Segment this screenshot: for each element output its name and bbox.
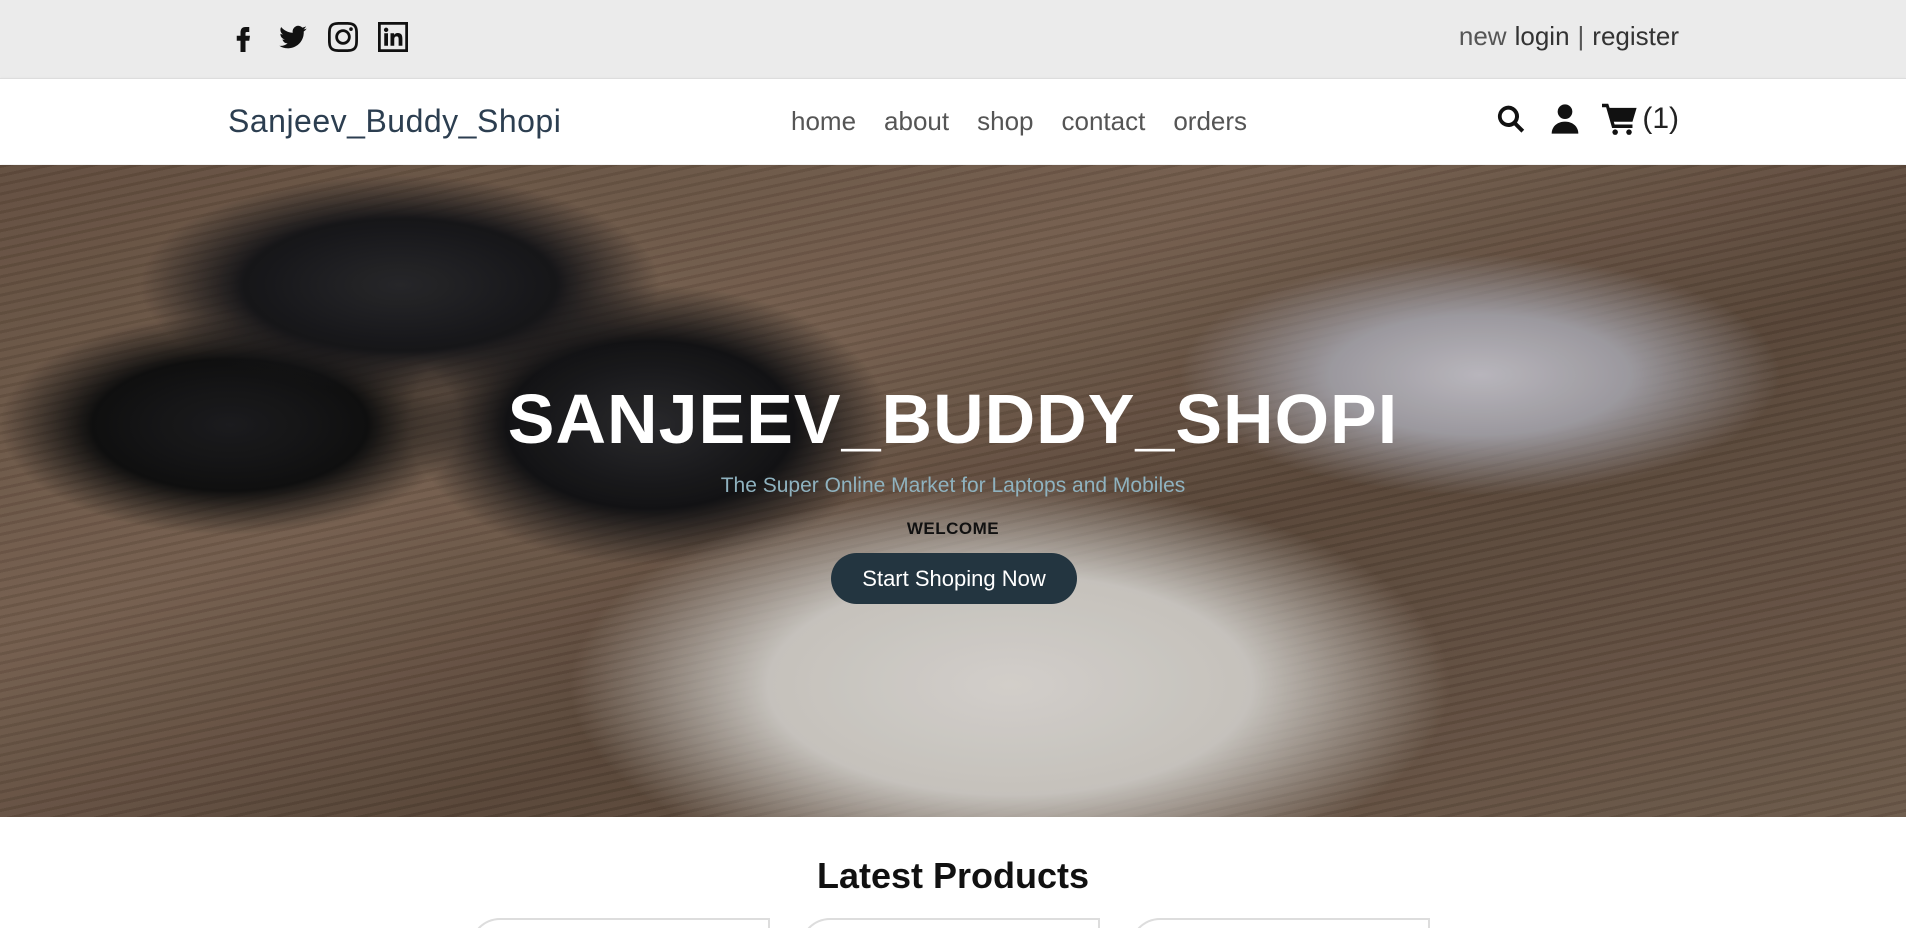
hero-banner: SANJEEV_BUDDY_SHOPI The Super Online Mar… [0,165,1906,817]
nav-home[interactable]: home [791,106,856,137]
site-logo[interactable]: Sanjeev_Buddy_Shopi [228,103,561,140]
latest-products-heading: Latest Products [816,855,1090,896]
nav-contact[interactable]: contact [1062,106,1146,137]
hero-subtitle: The Super Online Market for Laptops and … [720,474,1186,497]
top-bar: new login | register [0,0,1906,78]
register-link[interactable]: register [1592,21,1679,52]
user-icon[interactable] [1548,101,1582,137]
linkedin-icon[interactable] [377,20,409,54]
auth-prefix: new [1458,21,1507,51]
cart-icon [1602,103,1637,135]
main-header: Sanjeev_Buddy_Shopi home about shop cont… [0,78,1906,164]
hero-welcome: WELCOME [906,519,1000,538]
product-card[interactable] [1130,918,1430,928]
auth-separator: | [1577,21,1585,51]
nav-orders[interactable]: orders [1173,106,1247,137]
social-links [227,20,409,54]
instagram-icon[interactable] [327,20,359,54]
cart-button[interactable]: (1) [1602,102,1679,136]
nav-about[interactable]: about [884,106,949,137]
hero-content: SANJEEV_BUDDY_SHOPI The Super Online Mar… [0,165,1906,817]
hero-title: SANJEEV_BUDDY_SHOPI [507,380,1399,458]
start-shopping-button[interactable]: Start Shoping Now [831,553,1077,604]
product-card[interactable] [470,918,770,928]
auth-links: new login | register [1459,21,1679,52]
main-nav: home about shop contact orders [791,106,1247,137]
product-card[interactable] [800,918,1100,928]
header-icons: (1) [1494,101,1679,137]
facebook-icon[interactable] [227,20,259,54]
login-link[interactable]: login [1515,21,1570,52]
cart-count: (1) [1642,102,1679,135]
twitter-icon[interactable] [277,20,309,54]
nav-shop[interactable]: shop [977,106,1033,137]
search-icon[interactable] [1494,101,1528,137]
